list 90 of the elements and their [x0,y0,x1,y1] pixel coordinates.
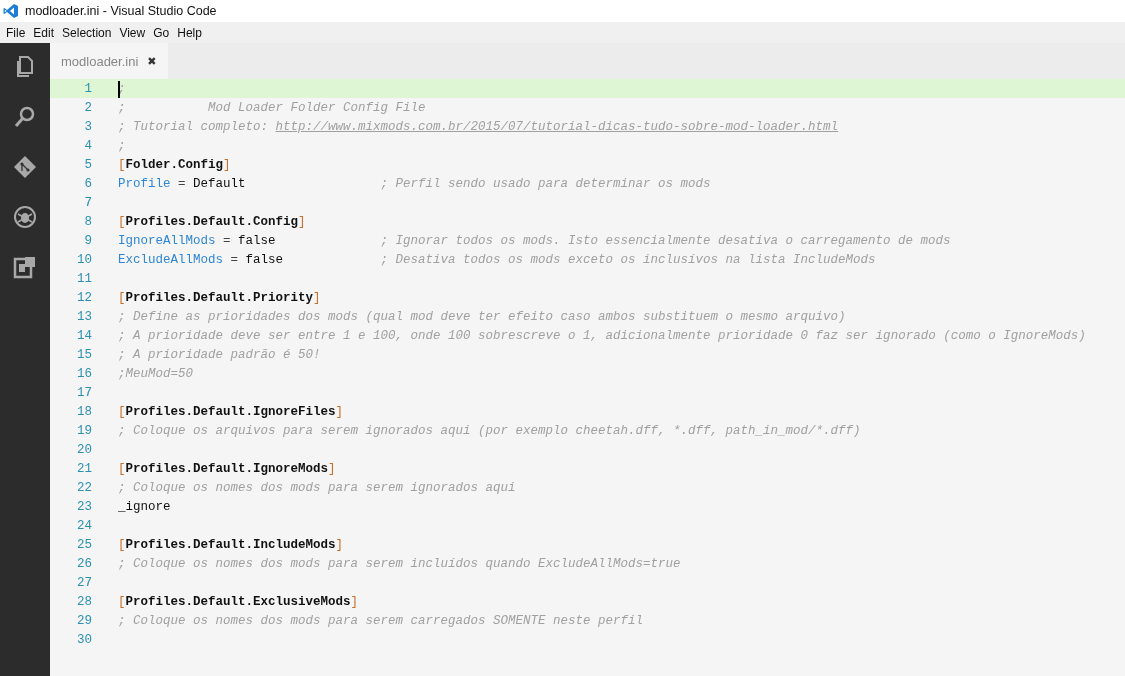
code-comment: ; Ignorar todos os mods. Isto essencialmente desativa o carregamento de mods [380,233,951,248]
line-number: 17 [76,385,92,400]
section-name: Profiles.Default.IgnoreMods [125,461,329,476]
section-bracket: [ [118,157,126,172]
line-number: 23 [76,499,92,514]
config-value: Default [193,176,246,191]
section-bracket: [ [118,537,126,552]
section-name: Profiles.Default.IgnoreFiles [125,404,336,419]
section-bracket: [ [118,214,126,229]
line-number: 24 [76,518,92,533]
section-name: Folder.Config [125,157,224,172]
config-value: false [238,233,276,248]
extensions-icon[interactable] [13,255,37,279]
line-number: 15 [76,347,92,362]
section-name: Profiles.Default.Priority [125,290,314,305]
section-bracket: ] [223,157,231,172]
config-key: ExcludeAllMods [118,252,224,267]
code-comment: ;MeuMod=50 [118,366,193,381]
menu-item[interactable]: File [2,25,30,40]
section-bracket: ] [350,594,359,609]
code-comment: ; Coloque os arquivos para serem ignorados aqui (por exemplo cheetah.dff, *.dff, path_in_mod/*.dff) [118,423,861,438]
code-comment: ; [118,138,126,153]
menu-item[interactable]: Go [149,25,174,40]
section-bracket: ] [298,214,306,229]
section-name: Profiles.Default.IncludeMods [125,537,336,552]
section-bracket: ] [335,404,344,419]
code-comment: ; Coloque os nomes dos mods para serem incluídos quando ExcludeAllMods=true [118,556,681,571]
section-bracket: ] [328,461,336,476]
line-number: 9 [83,233,92,248]
line-number: 20 [76,442,92,457]
line-number: 27 [76,575,92,590]
line-number: 6 [83,176,92,191]
line-number: 10 [76,252,92,267]
text-cursor [118,80,120,98]
line-number: 3 [83,119,92,134]
line-number: 11 [76,271,92,286]
equals-sign: = [230,252,239,267]
config-key: Profile [118,176,171,191]
file-tab[interactable]: modloader.ini ✖ [50,43,168,79]
line-number: 1 [83,81,92,96]
line-number: 28 [76,594,92,609]
code-comment: ; Coloque os nomes dos mods para serem carregados SOMENTE neste perfil [118,613,644,628]
menu-item[interactable]: View [115,25,150,40]
section-name: Profiles.Default.ExclusiveMods [125,594,351,609]
menu-item[interactable]: Edit [29,25,59,40]
code-comment: ; A prioridade deve ser entre 1 e 100, onde 100 sobrescreve o 1, adicionalmente prioridade 0 faz ser ignorado (como o IgnoreMods) [118,328,1086,343]
code-comment: ; Perfil sendo usado para determinar os mods [380,176,711,191]
line-number: 12 [76,290,92,305]
line-number: 14 [76,328,92,343]
line-number: 25 [76,537,92,552]
code-comment: ; Define as prioridades dos mods (qual mod deve ter efeito caso ambos substituem o mesmo arquivo) [118,309,846,324]
line-number: 18 [76,404,92,419]
section-bracket: ] [313,290,321,305]
config-key: IgnoreAllMods [118,233,216,248]
code-comment: ; A prioridade padrão é 50! [118,347,321,362]
section-bracket: ] [335,537,344,552]
line-number: 29 [76,613,92,628]
close-icon[interactable]: ✖ [147,54,157,68]
line-number: 26 [76,556,92,571]
line-number: 13 [76,309,92,324]
menu-item[interactable]: Selection [58,25,116,40]
section-bracket: [ [118,594,126,609]
line-number: 16 [76,366,92,381]
line-number: 19 [76,423,92,438]
section-name: Profiles.Default.Config [125,214,299,229]
section-bracket: [ [118,461,126,476]
code-comment: ; Mod Loader Folder Config File [118,100,426,115]
equals-sign: = [223,233,231,248]
section-bracket: [ [118,404,126,419]
line-number: 8 [83,214,92,229]
menu-item[interactable]: Help [173,25,206,40]
line-number: 30 [76,632,92,647]
code-comment: ; Coloque os nomes dos mods para serem ignorados aqui [118,480,516,495]
equals-sign: = [178,176,186,191]
git-icon[interactable] [13,155,37,179]
code-comment: ; Tutorial completo: [118,119,270,134]
line-number: 7 [83,195,92,210]
code-comment: ; Desativa todos os mods exceto os inclusívos na lista IncludeMods [380,252,876,267]
line-number: 2 [83,100,92,115]
config-value: false [245,252,284,267]
section-bracket: [ [118,290,126,305]
line-number: 21 [76,461,92,476]
code-editor-logo-icon [3,3,19,19]
config-value: _ignore [118,499,171,514]
line-number: 22 [76,480,92,495]
line-number: 5 [83,157,92,172]
search-icon[interactable] [13,105,37,129]
window-title: modloader.ini - Visual Studio Code [25,4,217,18]
line-number: 4 [83,138,92,153]
debug-icon[interactable] [13,205,37,229]
